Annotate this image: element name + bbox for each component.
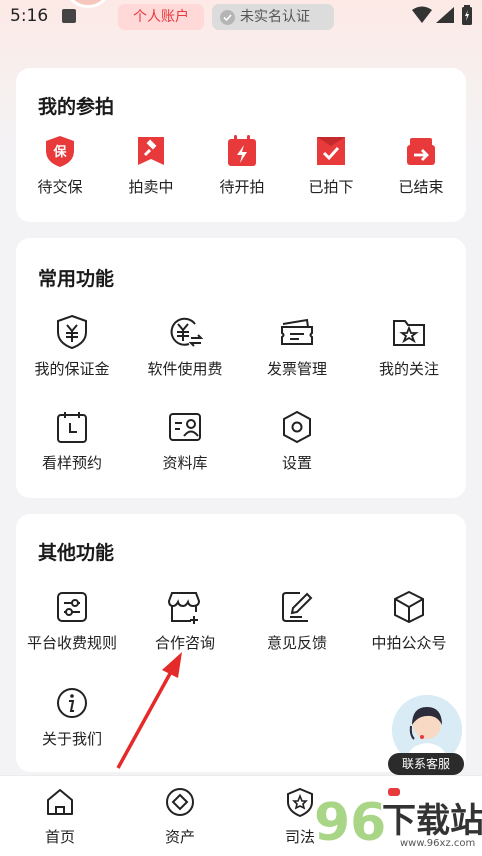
watermark-text: 下载站: [382, 801, 482, 841]
home-icon: [47, 789, 73, 815]
nav-label: 资产: [164, 828, 195, 846]
nav-assets[interactable]: 资产: [150, 786, 210, 847]
watermark-number: 96: [314, 793, 386, 853]
watermark-url: www.96xz.com: [400, 838, 476, 849]
nav-home[interactable]: 首页: [30, 786, 90, 847]
asset-diamond-icon: [166, 788, 194, 816]
nav-label: 首页: [44, 828, 75, 846]
service-label: 联系客服: [388, 753, 464, 775]
customer-service-button[interactable]: 联系客服: [388, 695, 466, 775]
